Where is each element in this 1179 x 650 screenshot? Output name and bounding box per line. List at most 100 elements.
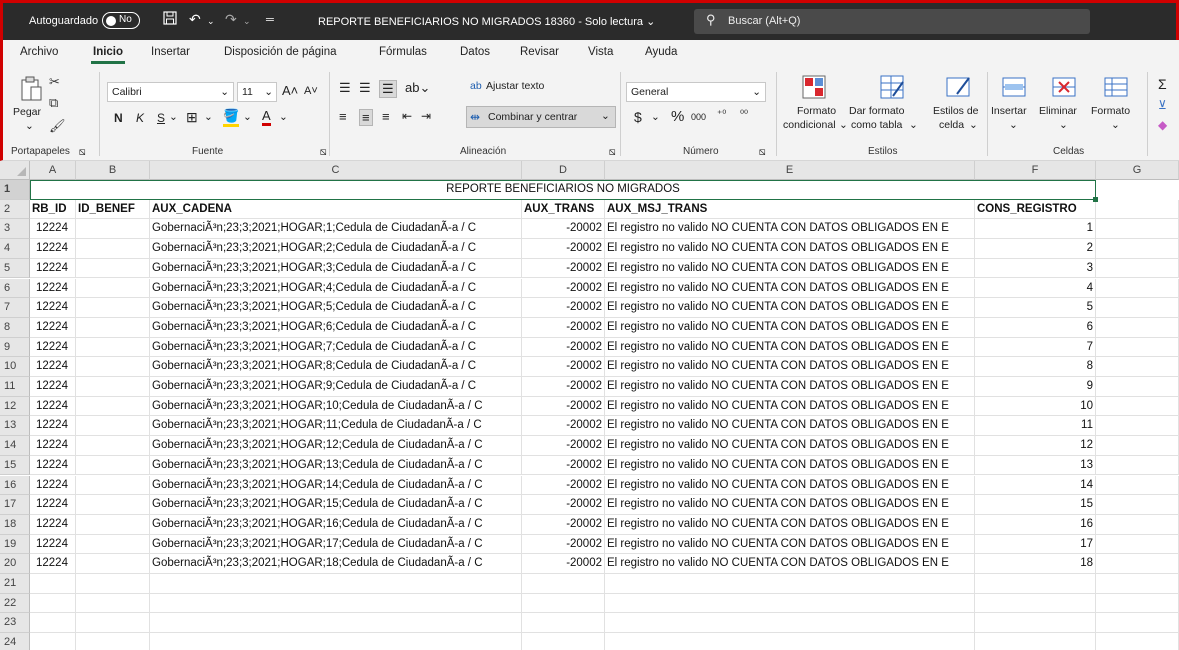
cell[interactable]: 12224 <box>30 396 76 417</box>
cell[interactable]: El registro no valido NO CUENTA CON DATO… <box>605 258 975 279</box>
orientation-icon[interactable]: ab⌄ <box>405 80 430 96</box>
cell[interactable] <box>76 495 150 515</box>
cell[interactable]: 12224 <box>30 436 76 456</box>
row-header[interactable]: 9 <box>0 337 30 358</box>
cell[interactable]: 12224 <box>30 514 76 535</box>
row-header[interactable]: 1 <box>0 180 30 200</box>
row-header[interactable]: 6 <box>0 278 30 299</box>
row-header[interactable]: 11 <box>0 377 30 397</box>
tab-formulas[interactable]: Fórmulas <box>379 46 427 58</box>
grow-font-icon[interactable]: A˄ <box>282 83 298 98</box>
cell[interactable]: GobernaciÃ³n;23;3;2021;HOGAR;12;Cedula d… <box>150 436 522 456</box>
cell[interactable] <box>1096 258 1179 279</box>
cell[interactable]: GobernaciÃ³n;23;3;2021;HOGAR;9;Cedula de… <box>150 377 522 397</box>
cell[interactable]: -20002 <box>522 239 605 259</box>
cell[interactable]: El registro no valido NO CUENTA CON DATO… <box>605 416 975 437</box>
cell[interactable]: -20002 <box>522 495 605 515</box>
clear-icon[interactable]: ◆ <box>1158 118 1167 132</box>
increase-decimal-icon[interactable]: ⁺⁰ <box>717 109 726 120</box>
cell[interactable] <box>150 613 522 634</box>
cell[interactable] <box>1096 278 1179 299</box>
cell[interactable]: -20002 <box>522 534 605 555</box>
cell[interactable]: 18 <box>975 554 1096 574</box>
cell[interactable] <box>975 593 1096 614</box>
row-header[interactable]: 16 <box>0 475 30 496</box>
cell[interactable]: GobernaciÃ³n;23;3;2021;HOGAR;10;Cedula d… <box>150 396 522 417</box>
cell[interactable]: 7 <box>975 337 1096 358</box>
fill-icon[interactable]: ⊻ <box>1158 98 1167 112</box>
cell[interactable] <box>975 633 1096 650</box>
cell[interactable]: 12224 <box>30 495 76 515</box>
cell[interactable] <box>76 574 150 594</box>
cell[interactable]: 6 <box>975 317 1096 338</box>
format-as-table-button[interactable]: Dar formato como tabla ⌄ <box>849 74 927 144</box>
cell[interactable]: 14 <box>975 475 1096 496</box>
cell[interactable]: -20002 <box>522 219 605 240</box>
cell[interactable]: GobernaciÃ³n;23;3;2021;HOGAR;3;Cedula de… <box>150 258 522 279</box>
font-color-icon[interactable]: A <box>262 108 271 126</box>
cell[interactable] <box>1096 416 1179 437</box>
format-cells-button[interactable]: Formato ⌄ <box>1091 74 1141 144</box>
cell[interactable]: 3 <box>975 258 1096 279</box>
cell[interactable]: 10 <box>975 396 1096 417</box>
tab-revisar[interactable]: Revisar <box>520 46 559 58</box>
thousands-button[interactable]: 000 <box>691 112 706 122</box>
customize-qat-icon[interactable]: ═ <box>266 14 274 26</box>
conditional-format-button[interactable]: Formato condicional ⌄ <box>783 74 848 144</box>
cell[interactable] <box>30 574 76 594</box>
row-header[interactable]: 10 <box>0 357 30 377</box>
cell[interactable] <box>76 317 150 338</box>
search-box[interactable]: ⚲ Buscar (Alt+Q) <box>694 9 1090 34</box>
cell[interactable]: 12224 <box>30 357 76 377</box>
row-header[interactable]: 14 <box>0 436 30 456</box>
cell[interactable]: 12224 <box>30 258 76 279</box>
cell[interactable]: ID_BENEF <box>76 199 150 220</box>
cell[interactable] <box>76 396 150 417</box>
align-right-icon[interactable]: ≡ <box>382 109 390 124</box>
cell[interactable] <box>1096 534 1179 555</box>
cell[interactable] <box>30 633 76 650</box>
cell[interactable] <box>1096 514 1179 535</box>
cell[interactable] <box>1096 219 1179 240</box>
cell[interactable]: El registro no valido NO CUENTA CON DATO… <box>605 455 975 476</box>
cell[interactable] <box>76 514 150 535</box>
tab-ayuda[interactable]: Ayuda <box>645 46 677 58</box>
cell[interactable] <box>522 633 605 650</box>
fill-handle[interactable] <box>1093 197 1098 202</box>
cell[interactable] <box>1096 574 1179 594</box>
cell[interactable] <box>522 574 605 594</box>
select-all-button[interactable] <box>0 161 30 180</box>
alignment-launcher-icon[interactable]: ⧅ <box>609 146 616 159</box>
cell[interactable]: El registro no valido NO CUENTA CON DATO… <box>605 357 975 377</box>
column-header-f[interactable]: F <box>975 161 1096 180</box>
row-header[interactable]: 20 <box>0 554 30 574</box>
cell[interactable]: -20002 <box>522 377 605 397</box>
row-header[interactable]: 3 <box>0 219 30 240</box>
row-header[interactable]: 7 <box>0 298 30 318</box>
cell[interactable]: GobernaciÃ³n;23;3;2021;HOGAR;2;Cedula de… <box>150 239 522 259</box>
cell[interactable] <box>76 239 150 259</box>
cell[interactable] <box>1096 317 1179 338</box>
cell[interactable]: El registro no valido NO CUENTA CON DATO… <box>605 514 975 535</box>
cell[interactable] <box>1096 613 1179 634</box>
cell[interactable] <box>1096 396 1179 417</box>
decrease-indent-icon[interactable]: ⇤ <box>402 109 412 123</box>
percent-button[interactable]: % <box>671 108 684 125</box>
tab-datos[interactable]: Datos <box>460 46 490 58</box>
cell[interactable]: 12224 <box>30 416 76 437</box>
bold-button[interactable]: N <box>114 111 123 125</box>
number-format-select[interactable]: General ⌄ <box>626 82 766 102</box>
cell[interactable] <box>1096 475 1179 496</box>
merge-center-button[interactable]: ⇹ Combinar y centrar ⌄ <box>466 106 616 128</box>
align-bottom-icon[interactable]: ☰ <box>379 80 397 98</box>
cell[interactable]: 12 <box>975 436 1096 456</box>
cell[interactable]: GobernaciÃ³n;23;3;2021;HOGAR;16;Cedula d… <box>150 514 522 535</box>
cell[interactable]: GobernaciÃ³n;23;3;2021;HOGAR;6;Cedula de… <box>150 317 522 338</box>
cell[interactable]: -20002 <box>522 416 605 437</box>
cell[interactable]: 9 <box>975 377 1096 397</box>
column-header-b[interactable]: B <box>76 161 150 180</box>
row-header[interactable]: 21 <box>0 574 30 594</box>
cell[interactable]: -20002 <box>522 455 605 476</box>
cell[interactable]: 4 <box>975 278 1096 299</box>
cell[interactable] <box>76 377 150 397</box>
